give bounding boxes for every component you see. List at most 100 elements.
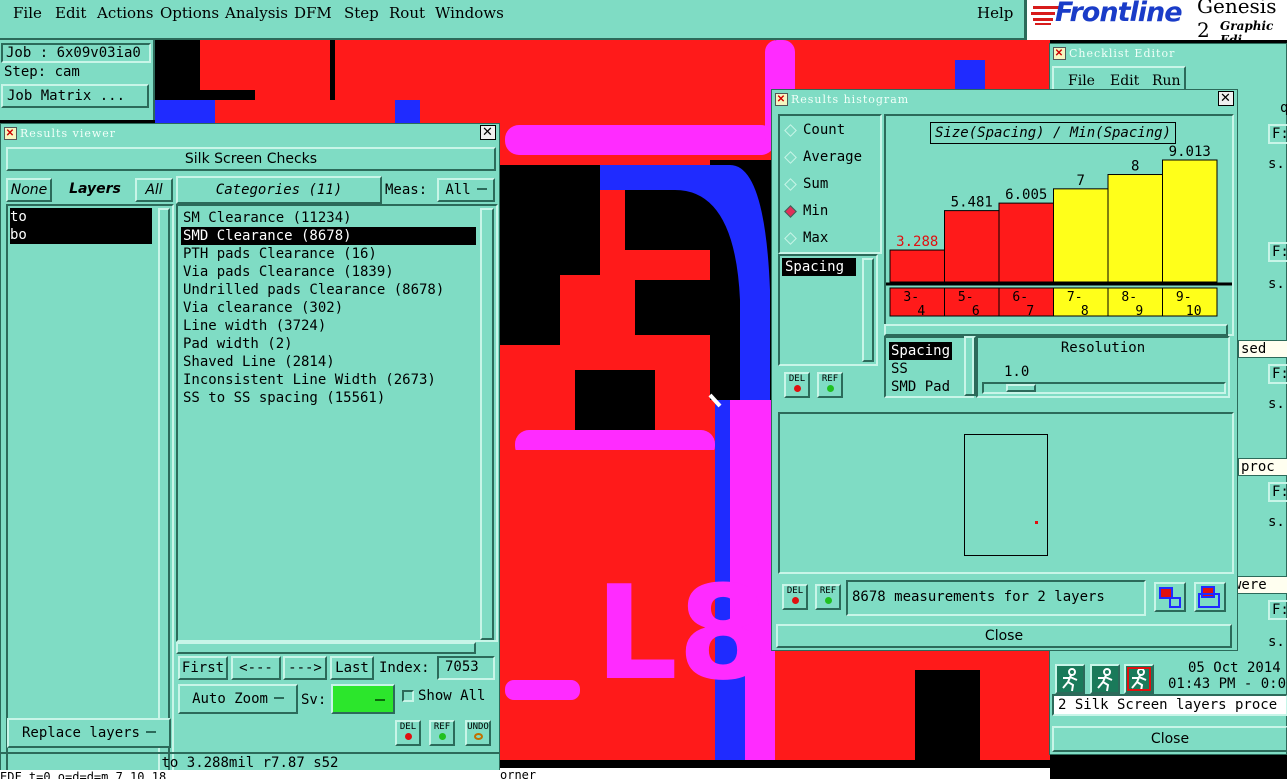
measure-item[interactable]: SMD Pad xyxy=(891,378,950,396)
category-item[interactable]: Line width (3724) xyxy=(181,317,476,335)
measure-scrollbar[interactable] xyxy=(964,336,976,396)
attribute-scrollbar[interactable] xyxy=(862,258,874,362)
histogram-del-button[interactable]: DEL xyxy=(784,372,810,398)
radio-diamond-icon xyxy=(784,231,797,245)
categories-label: Categories (11) xyxy=(176,176,382,204)
menu-analysis[interactable]: Analysis xyxy=(225,4,288,22)
del-button[interactable]: DEL xyxy=(395,720,421,746)
last-button[interactable]: Last xyxy=(330,656,374,680)
results-viewer-titlebar[interactable]: ✕ Results viewer ✕ xyxy=(1,124,499,142)
index-input[interactable]: 7053 xyxy=(437,656,495,680)
category-item[interactable]: Undrilled pads Clearance (8678) xyxy=(181,281,476,299)
window-menu-icon[interactable]: ✕ xyxy=(775,92,788,106)
measure-item[interactable]: Spacing xyxy=(889,342,953,360)
mode-option-average[interactable]: Average xyxy=(784,147,862,167)
menu-options[interactable]: Options xyxy=(160,4,219,22)
category-item[interactable]: Pad width (2) xyxy=(181,335,476,353)
histogram-bar[interactable] xyxy=(998,202,1054,283)
job-matrix-button[interactable]: Job Matrix ... xyxy=(1,84,149,108)
category-item[interactable]: Inconsistent Line Width (2673) xyxy=(181,371,476,389)
histogram-chart[interactable]: 3.2883-45.4815-66.0056-777-888-99.0139-1… xyxy=(886,116,1232,334)
preview-del-button[interactable]: DEL xyxy=(782,584,808,610)
prev-button[interactable]: <--- xyxy=(231,656,281,680)
categories-list[interactable]: SM Clearance (11234) SMD Clearance (8678)… xyxy=(176,204,498,642)
mode-option-count[interactable]: Count xyxy=(784,120,845,140)
menu-file[interactable]: File xyxy=(13,4,42,22)
category-item[interactable]: Shaved Line (2814) xyxy=(181,353,476,371)
auto-zoom-dropdown[interactable]: Auto Zoom xyxy=(178,684,298,714)
checklist-menu-run[interactable]: Run xyxy=(1152,73,1181,89)
histogram-ref-button[interactable]: REF xyxy=(817,372,843,398)
histogram-bar[interactable] xyxy=(1107,174,1163,283)
del-icon xyxy=(793,385,801,392)
category-item[interactable]: PTH pads Clearance (16) xyxy=(181,245,476,263)
category-item[interactable]: SMD Clearance (8678) xyxy=(181,227,476,245)
histogram-titlebar[interactable]: ✕ Results histogram ✕ xyxy=(772,90,1237,108)
checklist-close-button[interactable]: Close xyxy=(1052,726,1287,752)
menu-step[interactable]: Step xyxy=(344,4,379,22)
zoom-to-measurement-icon[interactable] xyxy=(1154,582,1186,612)
menu-actions[interactable]: Actions xyxy=(97,4,153,22)
mode-label: Min xyxy=(803,203,829,219)
attribute-list[interactable]: Spacing xyxy=(778,254,878,366)
categories-horizontal-scrollbar[interactable] xyxy=(176,642,476,654)
measure-item[interactable]: SS xyxy=(891,360,908,378)
histogram-bar[interactable] xyxy=(1053,188,1109,283)
layer-item[interactable]: bo xyxy=(10,226,152,244)
del-icon xyxy=(404,733,412,740)
category-item[interactable]: SM Clearance (11234) xyxy=(181,209,476,227)
menu-windows[interactable]: Windows xyxy=(435,4,504,22)
next-button[interactable]: ---> xyxy=(283,656,327,680)
mode-option-min[interactable]: Min xyxy=(784,201,829,221)
measure-list[interactable]: Spacing SS SMD Pad xyxy=(884,336,974,398)
ref-button[interactable]: REF xyxy=(429,720,455,746)
category-item[interactable]: Via clearance (302) xyxy=(181,299,476,317)
close-icon[interactable]: ✕ xyxy=(1218,91,1234,106)
all-button[interactable]: All xyxy=(135,178,173,202)
bar-value-label: 9.013 xyxy=(1169,144,1211,160)
mode-option-max[interactable]: Max xyxy=(784,228,828,248)
menu-rout[interactable]: Rout xyxy=(389,4,425,22)
checklist-menu-edit[interactable]: Edit xyxy=(1110,73,1139,89)
radio-diamond-icon xyxy=(784,123,797,137)
run-icon[interactable] xyxy=(1055,664,1085,694)
first-button[interactable]: First xyxy=(178,656,228,680)
zoom-home-icon[interactable] xyxy=(1194,582,1226,612)
close-icon[interactable]: ✕ xyxy=(480,125,496,140)
undo-button[interactable]: UNDO xyxy=(465,720,491,746)
show-all-checkbox[interactable] xyxy=(402,690,414,702)
resolution-slider-thumb[interactable] xyxy=(1006,384,1036,392)
layer-item[interactable]: to xyxy=(10,208,152,226)
mode-option-sum[interactable]: Sum xyxy=(784,174,828,194)
window-menu-icon[interactable]: ✕ xyxy=(1053,46,1066,60)
none-button[interactable]: None xyxy=(6,178,52,202)
histogram-bar[interactable] xyxy=(889,249,945,283)
sv-color-dropdown[interactable] xyxy=(331,684,395,714)
menu-bar: File Edit Actions Options Analysis DFM S… xyxy=(0,0,1024,40)
checklist-titlebar[interactable]: ✕ Checklist Editor xyxy=(1050,44,1286,62)
preview-ref-button[interactable]: REF xyxy=(815,584,841,610)
menu-edit[interactable]: Edit xyxy=(55,4,86,22)
run-all-icon[interactable] xyxy=(1090,664,1120,694)
histogram-close-button[interactable]: Close xyxy=(776,624,1232,648)
menu-help[interactable]: Help xyxy=(977,4,1013,22)
histogram-bar[interactable] xyxy=(1162,159,1218,283)
menu-dfm[interactable]: DFM xyxy=(294,4,332,22)
meas-dropdown[interactable]: All xyxy=(437,178,495,202)
replace-layers-dropdown[interactable]: Replace layers xyxy=(7,718,171,748)
chart-horizontal-scrollbar[interactable] xyxy=(884,324,1228,336)
layers-list[interactable]: to bo xyxy=(6,204,174,779)
checklist-title: Checklist Editor xyxy=(1069,46,1176,60)
run-selected-icon[interactable] xyxy=(1124,664,1154,694)
category-tick-label: 5- xyxy=(958,290,974,305)
layers-vertical-scrollbar[interactable] xyxy=(158,208,170,779)
category-item[interactable]: Via pads Clearance (1839) xyxy=(181,263,476,281)
histogram-bar[interactable] xyxy=(944,210,1000,283)
checklist-menu-file[interactable]: File xyxy=(1068,73,1095,89)
categories-vertical-scrollbar[interactable] xyxy=(480,208,494,640)
resolution-slider[interactable] xyxy=(982,382,1226,394)
window-menu-icon[interactable]: ✕ xyxy=(4,126,17,140)
attribute-item[interactable]: Spacing xyxy=(782,258,856,276)
check-set-header[interactable]: Silk Screen Checks xyxy=(6,147,496,171)
category-item[interactable]: SS to SS spacing (15561) xyxy=(181,389,476,407)
